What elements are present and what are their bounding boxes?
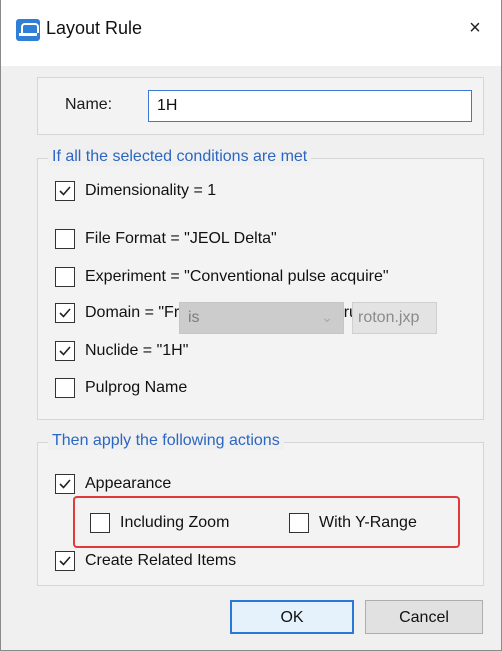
app-icon <box>16 19 40 41</box>
actions-legend: Then apply the following actions <box>48 432 284 450</box>
experiment-label: Experiment = "Conventional pulse acquire… <box>85 268 389 285</box>
domain-checkbox[interactable] <box>55 303 75 323</box>
condition-experiment[interactable]: Experiment = "Conventional pulse acquire… <box>55 266 389 288</box>
ok-button[interactable]: OK <box>230 600 354 634</box>
action-appearance[interactable]: Appearance <box>55 473 171 495</box>
checkmark-icon <box>59 479 71 489</box>
pulprog-value-field[interactable]: roton.jxp <box>352 302 437 334</box>
dimensionality-checkbox[interactable] <box>55 181 75 201</box>
pulprog-value-text: roton.jxp <box>358 309 420 326</box>
checkmark-icon <box>59 308 71 318</box>
pulprog-checkbox[interactable] <box>55 378 75 398</box>
pulprog-operator-select[interactable]: is ⌄ <box>179 302 344 334</box>
nuclide-label: Nuclide = "1H" <box>85 342 189 359</box>
window-title: Layout Rule <box>46 18 143 38</box>
pulprog-label: Pulprog Name <box>85 379 188 396</box>
name-label: Name: <box>65 96 113 113</box>
checkmark-icon <box>59 556 71 566</box>
close-icon[interactable]: × <box>461 14 489 42</box>
condition-dimensionality[interactable]: Dimensionality = 1 <box>55 180 216 202</box>
create-related-checkbox[interactable] <box>55 551 75 571</box>
checkmark-icon <box>59 186 71 196</box>
create-related-label: Create Related Items <box>85 552 237 569</box>
file-format-label: File Format = "JEOL Delta" <box>85 230 277 247</box>
appearance-checkbox[interactable] <box>55 474 75 494</box>
condition-file-format[interactable]: File Format = "JEOL Delta" <box>55 228 277 250</box>
appearance-label: Appearance <box>85 475 172 492</box>
highlight-box <box>73 496 460 548</box>
dimensionality-label: Dimensionality = 1 <box>85 182 217 199</box>
title-bar: Layout Rule × <box>1 0 501 66</box>
condition-pulprog-name[interactable]: Pulprog Name <box>55 377 187 399</box>
conditions-group: If all the selected conditions are met D… <box>37 148 484 420</box>
name-input[interactable] <box>148 90 472 122</box>
nuclide-checkbox[interactable] <box>55 341 75 361</box>
checkmark-icon <box>59 346 71 356</box>
layout-rule-dialog: Layout Rule × Name: If all the selected … <box>0 0 502 651</box>
conditions-legend: If all the selected conditions are met <box>48 148 312 166</box>
name-group: Name: <box>37 77 484 135</box>
condition-nuclide[interactable]: Nuclide = "1H" <box>55 340 188 362</box>
cancel-button[interactable]: Cancel <box>365 600 483 634</box>
chevron-down-icon: ⌄ <box>321 309 333 325</box>
pulprog-operator-value: is <box>188 309 200 326</box>
action-create-related-items[interactable]: Create Related Items <box>55 550 236 572</box>
experiment-checkbox[interactable] <box>55 267 75 287</box>
file-format-checkbox[interactable] <box>55 229 75 249</box>
